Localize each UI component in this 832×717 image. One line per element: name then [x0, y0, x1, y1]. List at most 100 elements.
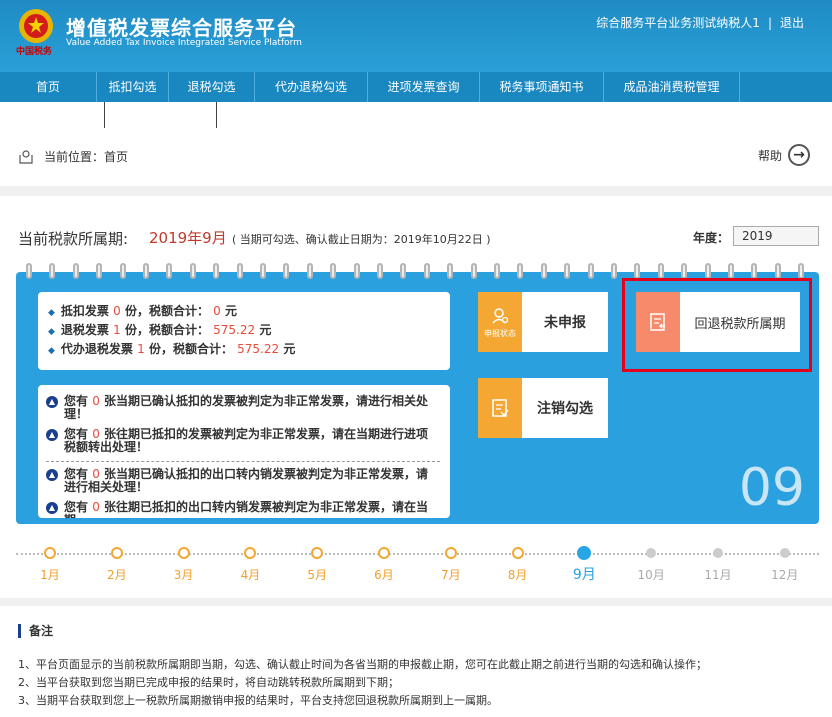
timeline-month-1[interactable]: 1月 [30, 566, 70, 583]
help-button[interactable]: 帮助 → [758, 144, 810, 166]
calendar-ring [470, 263, 477, 279]
calendar-ring [774, 263, 781, 279]
notice-item: ▲ 您有 0 张往期已抵扣的发票被判定为非正常发票，请在当期进行进项税额转出处理… [46, 428, 440, 454]
diamond-icon: ◆ [48, 308, 55, 318]
calendar-ring [377, 263, 383, 279]
timeline-month-8[interactable]: 8月 [498, 566, 538, 583]
calendar-ring [353, 263, 360, 279]
location-icon [19, 149, 33, 164]
year-select[interactable]: 2019 [733, 226, 819, 246]
notice-item: ▲ 您有 0 张往期已抵扣的出口转内销发票被判定为非正常发票，请在当期 [46, 501, 440, 518]
notice-divider [46, 461, 440, 462]
diamond-icon: ◆ [48, 346, 55, 356]
calendar-ring [611, 263, 617, 279]
timeline-dot-12[interactable] [779, 548, 790, 558]
breadcrumb: 当前位置：首页 [18, 148, 128, 165]
timeline-month-11[interactable]: 11月 [698, 566, 738, 583]
summary-agent-refund: ◆ 代办退税发票 1 份，税额合计： 575.22 元 [48, 342, 296, 356]
calendar-ring [96, 263, 103, 279]
month-timeline: 1月 2月 3月 4月 5月 6月 7月 8月 9月 10月 11月 12月 [16, 546, 819, 584]
cancel-selection-icon [478, 378, 522, 438]
calendar-ring [119, 263, 126, 279]
cancel-selection-label: 注销勾选 [537, 401, 593, 417]
notice-box: ▲ 您有 0 张当期已确认抵扣的发票被判定为非正常发票，请进行相关处理！ ▲ 您… [38, 385, 450, 518]
calendar-ring [728, 263, 734, 279]
calendar-ring [798, 263, 805, 279]
timeline-dot-8[interactable] [511, 547, 524, 559]
alert-icon: ▲ [46, 502, 58, 514]
arrow-right-icon: → [788, 144, 810, 166]
calendar-ring [657, 263, 664, 279]
calendar-ring [236, 263, 243, 279]
note-line: 3、当期平台获取到您上一税款所属期撤销申报的结果时，平台支持您回退税款所属期到上… [18, 694, 498, 707]
nav-home[interactable]: 首页 [0, 72, 97, 102]
declaration-status-icon: 申报状态 [478, 292, 522, 352]
notice-item: ▲ 您有 0 张当期已确认抵扣的出口转内销发票被判定为非正常发票，请进行相关处理… [46, 468, 440, 494]
nav-tax-notice[interactable]: 税务事项通知书 [480, 72, 604, 102]
document-cancel-icon [492, 399, 509, 417]
timeline-month-10[interactable]: 10月 [631, 566, 671, 583]
timeline-dot-1[interactable] [44, 547, 56, 559]
calendar-ring [681, 263, 688, 279]
alert-icon: ▲ [46, 396, 58, 408]
timeline-month-6[interactable]: 6月 [364, 566, 404, 583]
logout-link[interactable]: 退出 [780, 16, 804, 30]
calendar-ring [49, 263, 56, 279]
status-icon-label: 申报状态 [484, 328, 516, 338]
year-label: 年度： [693, 231, 730, 245]
nav-agent-refund-select[interactable]: 代办退税勾选 [255, 72, 368, 102]
user-area: 综合服务平台业务测试纳税人1 | 退出 [596, 14, 804, 31]
notes-panel: 备注 1、平台页面显示的当前税款所属期即当期，勾选、确认截止时间为各省当期的申报… [0, 606, 832, 717]
dropdown-line [216, 102, 217, 128]
calendar-ring [72, 263, 79, 279]
calendar-ring [447, 263, 454, 279]
calendar-ring [751, 263, 758, 279]
user-search-icon [492, 307, 509, 324]
timeline-month-7[interactable]: 7月 [431, 566, 471, 583]
summary-deduction: ◆ 抵扣发票 0 份，税额合计： 0 元 [48, 304, 237, 318]
timeline-dot-2[interactable] [110, 547, 123, 559]
declaration-status-text: 未申报 [544, 315, 586, 331]
calendar-ring [423, 263, 430, 279]
timeline-line [16, 553, 819, 555]
calendar-ring [400, 263, 407, 279]
timeline-month-2[interactable]: 2月 [97, 566, 137, 583]
notice-item: ▲ 您有 0 张当期已确认抵扣的发票被判定为非正常发票，请进行相关处理！ [46, 395, 440, 421]
calendar-ring [540, 263, 547, 279]
timeline-dot-4[interactable] [244, 547, 257, 559]
app-header: 中国税务 增值税发票综合服务平台 Value Added Tax Invoice… [0, 0, 832, 72]
calendar-ring [634, 263, 641, 279]
timeline-dot-7[interactable] [444, 547, 457, 559]
note-line: 1、平台页面显示的当前税款所属期即当期，勾选、确认截止时间为各省当期的申报截止期… [18, 658, 707, 671]
nav-oil-consumption-tax[interactable]: 成品油消费税管理 [604, 72, 740, 102]
emblem-caption: 中国税务 [16, 47, 53, 57]
timeline-month-3[interactable]: 3月 [164, 566, 204, 583]
calendar-ring [166, 263, 173, 279]
timeline-dot-6[interactable] [378, 547, 390, 559]
timeline-dot-3[interactable] [177, 547, 190, 559]
calendar-ring [306, 263, 313, 279]
timeline-month-5[interactable]: 5月 [297, 566, 337, 583]
app-subtitle: Value Added Tax Invoice Integrated Servi… [66, 38, 302, 48]
timeline-month-4[interactable]: 4月 [230, 566, 270, 583]
current-month-display: 09 [738, 458, 805, 518]
timeline-month-9[interactable]: 9月 [564, 564, 604, 584]
alert-icon: ▲ [46, 469, 58, 481]
calendar-ring [564, 263, 571, 279]
nav-refund-select[interactable]: 退税勾选 [169, 72, 255, 102]
timeline-month-12[interactable]: 12月 [765, 566, 805, 583]
notes-title: 备注 [18, 624, 53, 638]
main-panel: 当前税款所属期: 2019年9月 ( 当期可勾选、确认截止日期为：2019年10… [0, 196, 832, 598]
timeline-dot-10[interactable] [646, 548, 657, 558]
timeline-dot-11[interactable] [713, 548, 723, 558]
note-line: 2、当平台获取到您当期已完成申报的结果时，将自动跳转税款所属期到下期； [18, 676, 399, 689]
nav-invoice-query[interactable]: 进项发票查询 [368, 72, 480, 102]
user-separator: | [767, 16, 772, 30]
nav-deduction-select[interactable]: 抵扣勾选 [97, 72, 169, 102]
timeline-dot-9[interactable] [577, 546, 592, 560]
diamond-icon: ◆ [48, 327, 55, 337]
calendar-ring [260, 263, 266, 279]
cancel-selection-button[interactable]: 注销勾选 [478, 378, 608, 438]
calendar-ring [517, 263, 524, 279]
timeline-dot-5[interactable] [311, 547, 324, 559]
